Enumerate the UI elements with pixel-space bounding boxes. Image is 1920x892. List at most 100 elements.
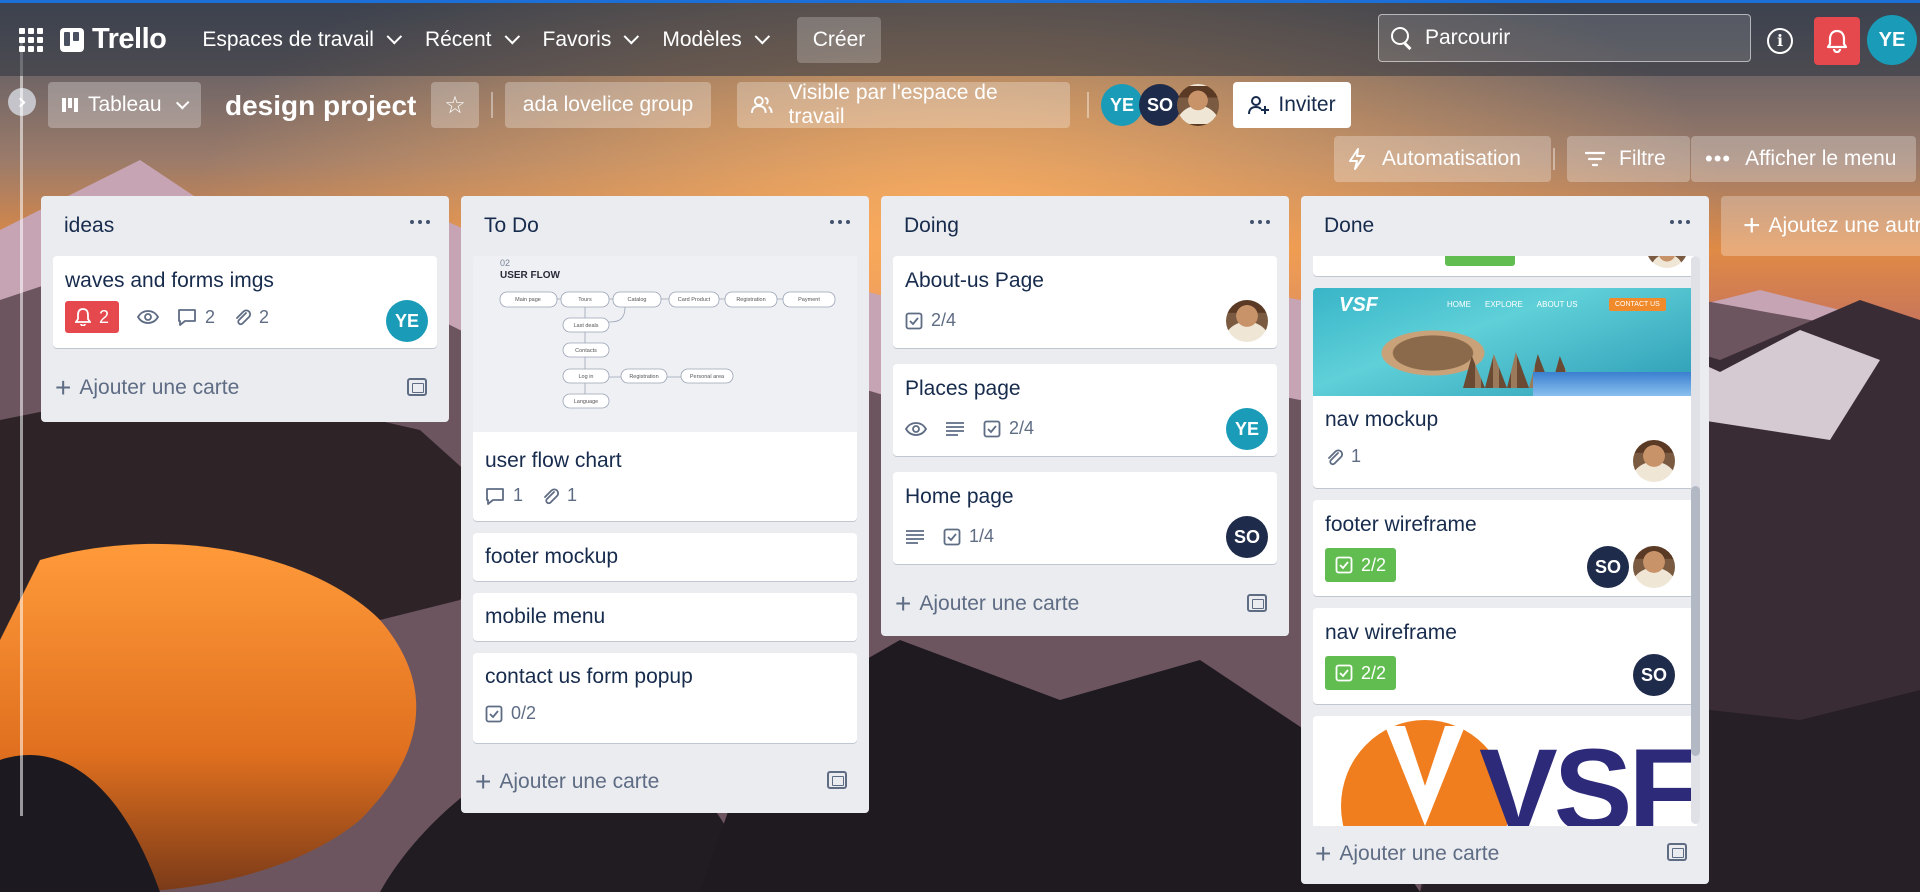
user-avatar[interactable]: YE	[1867, 15, 1917, 65]
list-title[interactable]: Doing	[904, 214, 959, 238]
add-card-button[interactable]: + Ajouter une carte	[475, 762, 659, 802]
card-nav-mockup[interactable]: VSF HOME EXPLORE ABOUT US CONTACT US nav m…	[1313, 288, 1697, 488]
card-places-page[interactable]: Places page 2/4 YE	[893, 364, 1277, 456]
card-member-avatar[interactable]: YE	[386, 300, 428, 342]
scrollbar-thumb[interactable]	[1691, 486, 1700, 756]
eye-icon	[905, 421, 927, 436]
visibility-label: Visible par l'espace de travail	[788, 81, 998, 128]
card-member-avatar[interactable]: SO	[1587, 546, 1629, 588]
flow-diagram: Main page Tours Catalog Card Product Reg…	[499, 291, 836, 409]
trello-logo[interactable]: Trello	[60, 23, 167, 56]
card-home-page[interactable]: Home page 1/4 SO	[893, 472, 1277, 564]
notifications-button[interactable]	[1814, 17, 1860, 65]
create-button[interactable]: Créer	[796, 16, 882, 63]
card-footer-wireframe[interactable]: footer wireframe 2/2 SO	[1313, 500, 1697, 596]
card-user-flow-chart[interactable]: 02 USER FLOW Main page Tours Catalog Car…	[473, 256, 857, 521]
visibility-button[interactable]: Visible par l'espace de travail	[737, 81, 1070, 128]
cover-cta: CONTACT US	[1609, 298, 1666, 311]
card-template-icon[interactable]	[1247, 594, 1267, 612]
description-badge	[945, 421, 965, 437]
list-scrollbar[interactable]	[1691, 256, 1700, 824]
card-member-avatar-photo[interactable]	[1226, 300, 1268, 342]
card-footer-mockup[interactable]: footer mockup	[473, 533, 857, 581]
list-menu-icon[interactable]	[825, 212, 855, 232]
add-list-label: Ajoutez une autre liste	[1768, 214, 1920, 237]
chevron-down-icon	[386, 28, 403, 45]
cover-menu-item: HOME	[1447, 300, 1471, 309]
filter-icon	[1585, 151, 1605, 167]
view-switcher-button[interactable]: Tableau	[48, 82, 201, 128]
card-nav-wireframe[interactable]: nav wireframe 2/2 SO	[1313, 608, 1697, 704]
list-title[interactable]: ideas	[64, 214, 114, 238]
nav-templates-label: Modèles	[662, 27, 742, 51]
board-members: YE SO	[1101, 84, 1217, 126]
card-template-icon[interactable]	[827, 771, 847, 789]
automation-button[interactable]: Automatisation	[1334, 136, 1551, 182]
card-member-avatar[interactable]: SO	[1226, 516, 1268, 558]
list-title[interactable]: To Do	[484, 214, 539, 238]
card-vsf-logo[interactable]: VSF	[1313, 716, 1697, 826]
sidebar-edge	[20, 42, 23, 816]
card-about-us-page[interactable]: About-us Page 2/4	[893, 256, 1277, 348]
comment-icon	[486, 487, 504, 505]
card-title: Home page	[905, 485, 1014, 508]
nav-recent[interactable]: Récent	[411, 17, 529, 63]
checklist-count: 2/4	[1009, 418, 1035, 438]
star-board-button[interactable]: ☆	[431, 82, 479, 128]
app-switcher-icon[interactable]	[16, 25, 46, 55]
checklist-icon	[1335, 556, 1353, 574]
board-view-icon	[62, 98, 78, 112]
card-title: nav mockup	[1325, 408, 1439, 431]
list-menu-icon[interactable]	[1245, 212, 1275, 232]
comments-badge: 2	[177, 307, 215, 328]
workspace-button[interactable]: ada lovelice group	[505, 82, 711, 128]
filter-button[interactable]: Filtre	[1567, 136, 1690, 182]
search-box[interactable]	[1378, 14, 1751, 62]
search-input[interactable]	[1425, 26, 1725, 50]
add-card-button[interactable]: + Ajouter une carte	[55, 368, 239, 408]
member-avatar-photo[interactable]	[1177, 84, 1219, 126]
description-icon	[946, 421, 964, 436]
chevron-down-icon	[175, 96, 190, 110]
cover-logo: VSF	[1339, 294, 1378, 316]
card-member-avatar-photo[interactable]	[1633, 440, 1675, 482]
card-waves-and-forms[interactable]: waves and forms imgs 2 2 2 YE	[53, 256, 437, 348]
info-icon[interactable]: i	[1767, 28, 1793, 54]
card-template-icon[interactable]	[1667, 843, 1687, 861]
divider	[1087, 92, 1089, 118]
automation-label: Automatisation	[1382, 147, 1521, 170]
list-menu-icon[interactable]	[1665, 212, 1695, 232]
filter-label: Filtre	[1619, 147, 1666, 170]
card-contact-us-popup[interactable]: contact us form popup 0/2	[473, 653, 857, 743]
list-ideas: ideas waves and forms imgs 2 2 2 YE + Ajo…	[41, 196, 449, 422]
add-person-icon	[1248, 96, 1270, 115]
paperclip-icon	[544, 487, 560, 504]
add-card-button[interactable]: + Ajouter une carte	[1315, 834, 1499, 874]
list-cards-scroll-area[interactable]: VSF HOME EXPLORE ABOUT US CONTACT US nav m…	[1301, 256, 1701, 826]
comments-badge: 1	[485, 485, 523, 506]
card-member-avatar-photo[interactable]	[1633, 546, 1675, 588]
member-avatar[interactable]: YE	[1101, 84, 1143, 126]
card-member-avatar[interactable]: SO	[1633, 654, 1675, 696]
nav-workspaces[interactable]: Espaces de travail	[188, 17, 411, 63]
list-todo: To Do 02 USER FLOW Main page Tours Catal…	[461, 196, 869, 813]
card-badges: 1/4	[905, 526, 1012, 547]
add-card-button[interactable]: + Ajouter une carte	[895, 584, 1079, 624]
show-menu-button[interactable]: ••• Afficher le menu	[1691, 136, 1916, 182]
card-member-avatar[interactable]: YE	[1226, 408, 1268, 450]
list-title[interactable]: Done	[1324, 214, 1374, 238]
bell-icon	[1826, 29, 1848, 53]
invite-button[interactable]: Inviter	[1233, 82, 1351, 128]
board-title[interactable]: design project	[225, 90, 416, 122]
card-template-icon[interactable]	[407, 378, 427, 396]
nav-starred[interactable]: Favoris	[529, 17, 649, 63]
card-title: nav wireframe	[1325, 621, 1457, 644]
nav-templates[interactable]: Modèles	[648, 17, 778, 63]
logo-text: Trello	[92, 23, 167, 55]
list-menu-icon[interactable]	[405, 212, 435, 232]
cover-menu-item: ABOUT US	[1536, 300, 1578, 309]
card-partial[interactable]	[1313, 256, 1697, 276]
card-cover-image: 02 USER FLOW Main page Tours Catalog Car…	[473, 256, 857, 432]
member-avatar[interactable]: SO	[1139, 84, 1181, 126]
card-mobile-menu[interactable]: mobile menu	[473, 593, 857, 641]
